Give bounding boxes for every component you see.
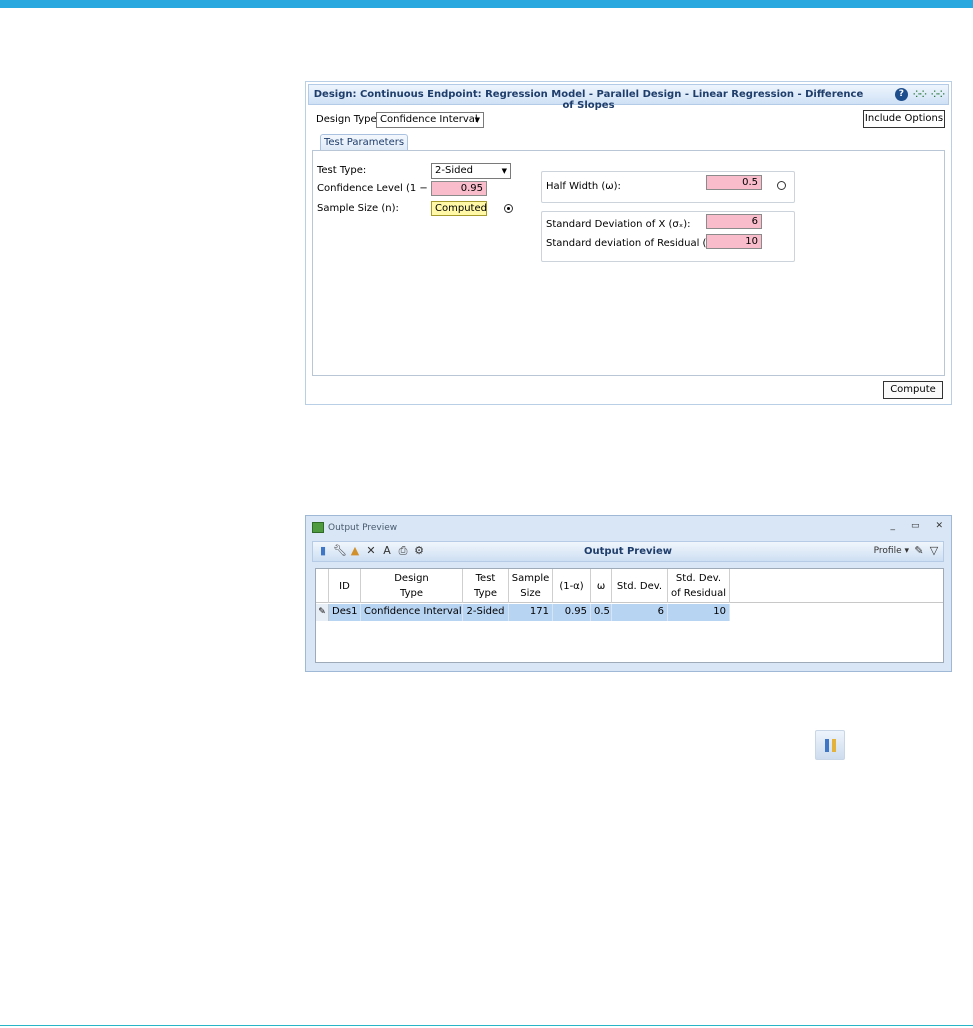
design-title: Design: Continuous Endpoint: Regression … xyxy=(313,89,864,111)
cell-std-dev-residual: 10 xyxy=(668,604,730,621)
edit-icon[interactable]: ✎ xyxy=(913,545,925,557)
design-panel: Design: Continuous Endpoint: Regression … xyxy=(305,81,952,405)
output-toolbar-title: Output Preview xyxy=(584,546,672,557)
chevron-down-icon: ▼ xyxy=(501,167,507,175)
col-header-id[interactable]: ID xyxy=(329,569,361,603)
window-controls: _ ▭ ✕ xyxy=(890,521,943,531)
output-preview-window-title: Output Preview xyxy=(328,523,398,533)
output-toolbar: ▮ 🔧︎ ▲ ✕ A ⎙ ⚙ Output Preview Profile ▾ … xyxy=(312,541,944,562)
half-width-label: Half Width (ω): xyxy=(546,181,621,192)
sample-size-field[interactable]: Computed xyxy=(431,201,487,216)
help-icon[interactable]: ? xyxy=(894,88,908,101)
compute-button[interactable]: Compute xyxy=(883,381,943,399)
chart-bar-yellow xyxy=(832,739,836,752)
filter-icon[interactable]: ▽ xyxy=(928,545,940,557)
cell-conf: 0.95 xyxy=(553,604,591,621)
sample-size-label: Sample Size (n): xyxy=(317,203,399,214)
sd-x-field[interactable]: 6 xyxy=(706,214,762,229)
design-type-value: Confidence Interval xyxy=(380,114,478,125)
design-type-label: Design Type: xyxy=(316,114,381,125)
col-header-design-type[interactable]: Design Type xyxy=(361,569,463,603)
output-preview-window: Output Preview _ ▭ ✕ ▮ 🔧︎ ▲ ✕ A ⎙ ⚙ Outp… xyxy=(305,515,952,672)
col-header-omega[interactable]: ω xyxy=(591,569,612,603)
minimize-icon[interactable]: _ xyxy=(890,521,895,531)
col-header-conf[interactable]: (1-α) xyxy=(553,569,591,603)
confidence-level-field[interactable]: 0.95 xyxy=(431,181,487,196)
cell-std-dev: 6 xyxy=(612,604,668,621)
output-preview-icon xyxy=(312,522,324,533)
bottom-divider xyxy=(0,1025,973,1026)
grid-header: ID Design Type Test Type Sample Size (1-… xyxy=(316,569,943,603)
col-header-test-type[interactable]: Test Type xyxy=(463,569,509,603)
tab-test-parameters[interactable]: Test Parameters xyxy=(320,134,408,151)
sd-residual-field[interactable]: 10 xyxy=(706,234,762,249)
output-grid: ID Design Type Test Type Sample Size (1-… xyxy=(315,568,944,663)
cell-id: Des1 xyxy=(329,604,361,621)
include-options-button[interactable]: Include Options xyxy=(863,110,945,128)
profile-label: Profile xyxy=(873,546,902,556)
close-icon[interactable]: ✕ xyxy=(935,521,943,531)
dots-icon[interactable]: ⁘⁘ xyxy=(931,90,945,100)
sd-residual-label: Standard deviation of Residual (σₑ): xyxy=(546,238,725,249)
design-titlebar: Design: Continuous Endpoint: Regression … xyxy=(308,84,949,111)
test-type-label: Test Type: xyxy=(317,165,367,176)
profile-dropdown[interactable]: Profile ▾ xyxy=(874,546,909,556)
dots-icon[interactable]: ⁘⁘ xyxy=(913,90,927,100)
sd-x-label: Standard Deviation of X (σₓ): xyxy=(546,219,691,230)
row-selector-header xyxy=(316,569,329,603)
table-row[interactable]: ✎ Des1 Confidence Interval 2-Sided 171 0… xyxy=(316,604,943,621)
row-edit-icon[interactable]: ✎ xyxy=(316,604,329,621)
title-icons: ? ⁘⁘ ⁘⁘ xyxy=(894,88,945,101)
std-dev-group: Standard Deviation of X (σₓ): 6 Standard… xyxy=(541,211,795,262)
cell-sample-size: 171 xyxy=(509,604,553,621)
half-width-group: Half Width (ω): 0.5 xyxy=(541,171,795,203)
test-parameters-panel: Test Type: 2-Sided ▼ Confidence Level (1… xyxy=(312,150,945,376)
cell-test-type: 2-Sided xyxy=(463,604,509,621)
test-type-value: 2-Sided xyxy=(435,165,473,176)
output-preview-titlebar: Output Preview _ ▭ ✕ xyxy=(306,516,951,540)
top-accent-bar xyxy=(0,0,973,8)
col-header-std-dev-residual[interactable]: Std. Dev. of Residual xyxy=(668,569,730,603)
chart-bar-blue xyxy=(825,739,829,752)
design-type-select[interactable]: Confidence Interval ▼ xyxy=(376,112,484,128)
col-header-sample-size[interactable]: Sample Size xyxy=(509,569,553,603)
half-width-field[interactable]: 0.5 xyxy=(706,175,762,190)
test-type-select[interactable]: 2-Sided ▼ xyxy=(431,163,511,179)
half-width-radio[interactable] xyxy=(777,181,786,190)
col-header-std-dev[interactable]: Std. Dev. xyxy=(612,569,668,603)
cell-omega: 0.5 xyxy=(591,604,612,621)
sample-size-radio[interactable] xyxy=(504,204,513,213)
maximize-icon[interactable]: ▭ xyxy=(911,521,920,531)
chart-icon[interactable] xyxy=(815,730,845,760)
chevron-down-icon: ▼ xyxy=(474,116,480,124)
confidence-level-label: Confidence Level (1 − α): xyxy=(317,183,445,194)
cell-design-type: Confidence Interval xyxy=(361,604,463,621)
